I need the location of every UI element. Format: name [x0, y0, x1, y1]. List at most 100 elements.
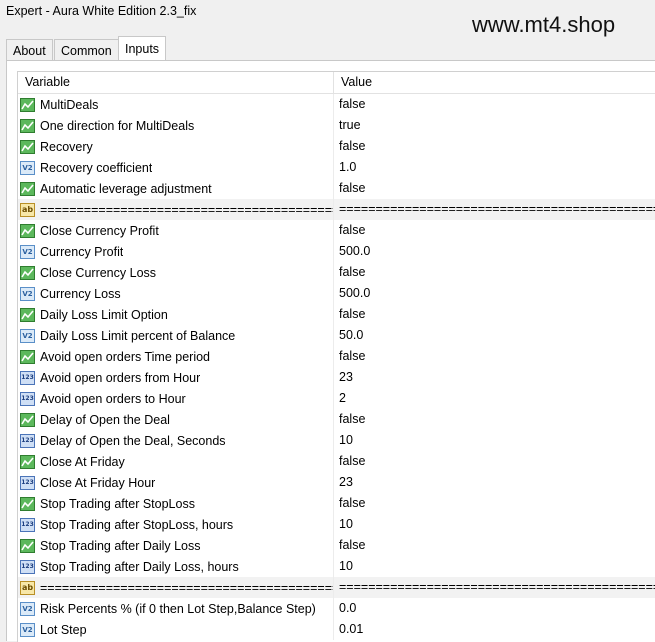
bool-chart-icon: [20, 496, 35, 511]
variable-cell: 123 Delay of Open the Deal, Seconds: [18, 430, 334, 451]
double-v2-icon: V2: [20, 601, 35, 616]
variable-cell: Stop Trading after Daily Loss: [18, 535, 334, 556]
tab-inputs[interactable]: Inputs: [118, 36, 167, 61]
inputs-table: Variable Value MultiDeals false One direct…: [17, 71, 655, 642]
value-cell[interactable]: 0.01: [334, 619, 655, 640]
variable-cell: Recovery: [18, 136, 334, 157]
value-cell[interactable]: false: [334, 178, 655, 199]
window-title: Expert - Aura White Edition 2.3_fix: [6, 4, 197, 18]
tab-about[interactable]: About: [6, 39, 53, 61]
value-cell[interactable]: false: [334, 493, 655, 514]
variable-cell: Avoid open orders Time period: [18, 346, 334, 367]
value-cell[interactable]: false: [334, 220, 655, 241]
value-cell[interactable]: false: [334, 409, 655, 430]
value-cell[interactable]: false: [334, 262, 655, 283]
table-row[interactable]: V2 Daily Loss Limit percent of Balance 50.…: [18, 325, 655, 346]
bool-chart-icon: [20, 97, 35, 112]
value-cell[interactable]: 50.0: [334, 325, 655, 346]
table-row[interactable]: Close Currency Profit false: [18, 220, 655, 241]
column-header-value[interactable]: Value: [334, 72, 372, 93]
variable-cell: 123 Avoid open orders to Hour: [18, 388, 334, 409]
variable-label: Recovery coefficient: [40, 160, 153, 175]
table-row[interactable]: V2 Risk Percents % (if 0 then Lot Step,Ba…: [18, 598, 655, 619]
table-row[interactable]: MultiDeals false: [18, 94, 655, 115]
table-row[interactable]: Avoid open orders Time period false: [18, 346, 655, 367]
table-row[interactable]: ab ======================================…: [18, 577, 655, 598]
value-cell[interactable]: false: [334, 346, 655, 367]
table-row[interactable]: 123 Delay of Open the Deal, Seconds 10: [18, 430, 655, 451]
table-header: Variable Value: [18, 72, 655, 94]
value-cell[interactable]: false: [334, 304, 655, 325]
bool-chart-icon: [20, 538, 35, 553]
value-cell[interactable]: 500.0: [334, 283, 655, 304]
value-cell[interactable]: 23: [334, 367, 655, 388]
variable-cell: V2 Risk Percents % (if 0 then Lot Step,Ba…: [18, 598, 334, 619]
table-body: MultiDeals false One direction for MultiDe…: [18, 94, 655, 640]
inputs-panel: Variable Value MultiDeals false One direct…: [6, 60, 655, 642]
table-row[interactable]: ab ======================================…: [18, 199, 655, 220]
bool-chart-icon: [20, 265, 35, 280]
column-header-variable[interactable]: Variable: [18, 72, 334, 93]
table-row[interactable]: 123 Avoid open orders to Hour 2: [18, 388, 655, 409]
table-row[interactable]: Stop Trading after StopLoss false: [18, 493, 655, 514]
table-row[interactable]: One direction for MultiDeals true: [18, 115, 655, 136]
value-cell[interactable]: 1.0: [334, 157, 655, 178]
watermark: www.mt4.shop: [472, 12, 616, 37]
table-row[interactable]: Stop Trading after Daily Loss false: [18, 535, 655, 556]
table-row[interactable]: Close Currency Loss false: [18, 262, 655, 283]
variable-cell: 123 Stop Trading after Daily Loss, hours: [18, 556, 334, 577]
table-row[interactable]: V2 Currency Profit 500.0: [18, 241, 655, 262]
table-row[interactable]: Delay of Open the Deal false: [18, 409, 655, 430]
table-row[interactable]: V2 Currency Loss 500.0: [18, 283, 655, 304]
variable-cell: V2 Currency Loss: [18, 283, 334, 304]
table-row[interactable]: Automatic leverage adjustment false: [18, 178, 655, 199]
table-row[interactable]: Recovery false: [18, 136, 655, 157]
value-cell[interactable]: ========================================…: [334, 577, 655, 598]
variable-label: Risk Percents % (if 0 then Lot Step,Bala…: [40, 601, 316, 616]
value-cell[interactable]: 2: [334, 388, 655, 409]
value-cell[interactable]: false: [334, 451, 655, 472]
double-v2-icon: V2: [20, 328, 35, 343]
value-cell[interactable]: 10: [334, 514, 655, 535]
table-row[interactable]: 123 Avoid open orders from Hour 23: [18, 367, 655, 388]
variable-label: Stop Trading after StopLoss, hours: [40, 517, 234, 532]
variable-cell: MultiDeals: [18, 94, 334, 115]
value-cell[interactable]: 10: [334, 556, 655, 577]
variable-cell: V2 Recovery coefficient: [18, 157, 334, 178]
variable-cell: Automatic leverage adjustment: [18, 178, 334, 199]
variable-label: Currency Profit: [40, 244, 124, 259]
bool-chart-icon: [20, 118, 35, 133]
table-row[interactable]: V2 Lot Step 0.01: [18, 619, 655, 640]
variable-cell: V2 Daily Loss Limit percent of Balance: [18, 325, 334, 346]
value-cell[interactable]: ========================================…: [334, 199, 655, 220]
tab-bar: About Common Inputs: [6, 36, 655, 61]
variable-label: Avoid open orders to Hour: [40, 391, 186, 406]
value-cell[interactable]: false: [334, 535, 655, 556]
tab-common[interactable]: Common: [54, 39, 119, 61]
table-row[interactable]: V2 Recovery coefficient 1.0: [18, 157, 655, 178]
table-row[interactable]: Close At Friday false: [18, 451, 655, 472]
value-cell[interactable]: true: [334, 115, 655, 136]
value-cell[interactable]: 0.0: [334, 598, 655, 619]
value-cell[interactable]: false: [334, 94, 655, 115]
double-v2-icon: V2: [20, 160, 35, 175]
value-cell[interactable]: 10: [334, 430, 655, 451]
value-cell[interactable]: false: [334, 136, 655, 157]
table-row[interactable]: Daily Loss Limit Option false: [18, 304, 655, 325]
table-row[interactable]: 123 Close At Friday Hour 23: [18, 472, 655, 493]
table-row[interactable]: 123 Stop Trading after Daily Loss, hours 1…: [18, 556, 655, 577]
variable-label: Automatic leverage adjustment: [40, 181, 212, 196]
int-123-icon: 123: [20, 517, 35, 532]
variable-label: Close Currency Profit: [40, 223, 159, 238]
variable-label: Stop Trading after Daily Loss, hours: [40, 559, 239, 574]
variable-label: Avoid open orders from Hour: [40, 370, 201, 385]
int-123-icon: 123: [20, 370, 35, 385]
variable-cell: ab ======================================…: [18, 577, 334, 598]
variable-label: Close Currency Loss: [40, 265, 157, 280]
variable-label: Close At Friday: [40, 454, 125, 469]
value-cell[interactable]: 500.0: [334, 241, 655, 262]
value-cell[interactable]: 23: [334, 472, 655, 493]
variable-cell: Close Currency Profit: [18, 220, 334, 241]
table-row[interactable]: 123 Stop Trading after StopLoss, hours 10: [18, 514, 655, 535]
variable-label: Delay of Open the Deal, Seconds: [40, 433, 226, 448]
